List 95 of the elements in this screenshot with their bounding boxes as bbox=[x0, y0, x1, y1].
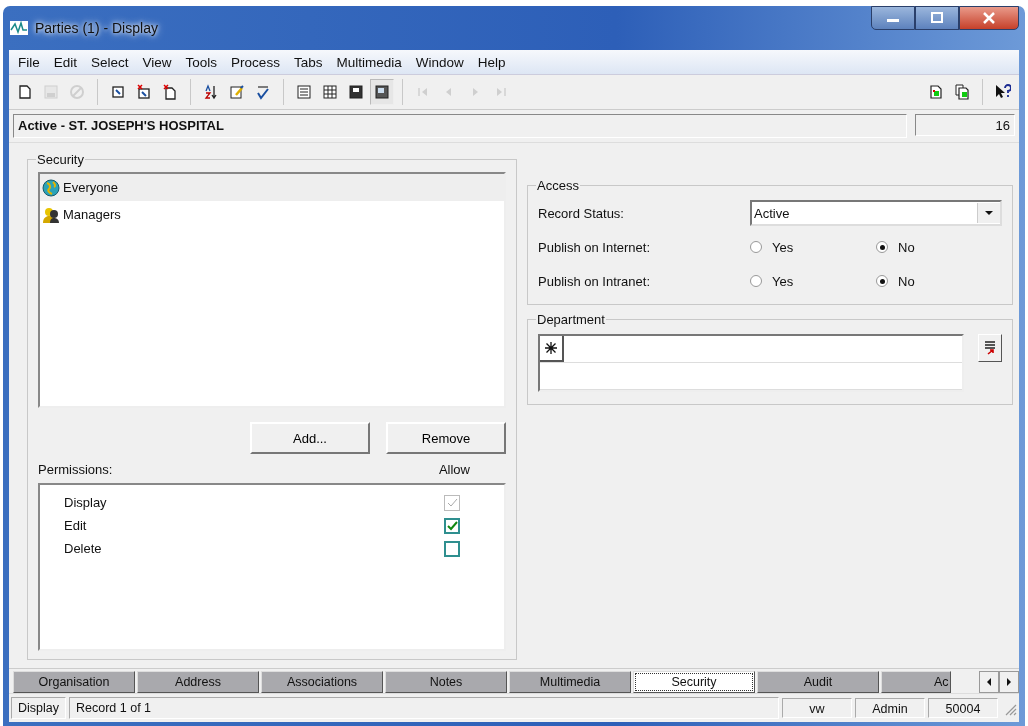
user-group-icon bbox=[42, 205, 60, 224]
radio-button[interactable] bbox=[750, 241, 762, 253]
status-text: 50004 bbox=[928, 698, 998, 718]
panel-label: Department bbox=[536, 312, 606, 327]
menu-item[interactable]: Help bbox=[470, 54, 513, 70]
new-row-icon bbox=[545, 342, 557, 354]
field-label: Publish on Intranet: bbox=[538, 273, 652, 289]
item-label: Everyone bbox=[63, 180, 118, 195]
radio-button[interactable] bbox=[876, 241, 888, 253]
permission-label: Delete bbox=[64, 541, 102, 556]
status-dropdown[interactable]: Active bbox=[750, 200, 1002, 226]
record-count: 16 bbox=[915, 114, 1015, 136]
radio-button[interactable] bbox=[750, 275, 762, 287]
document-icon bbox=[928, 84, 944, 100]
field-label: Record Status: bbox=[538, 205, 625, 221]
tab[interactable]: Organisation bbox=[13, 671, 135, 693]
form-view-icon bbox=[296, 84, 312, 100]
checkbox[interactable] bbox=[444, 517, 460, 534]
radio-option[interactable]: No bbox=[876, 273, 1002, 289]
dialog-button[interactable]: Add... bbox=[250, 422, 370, 454]
radio-option[interactable]: Yes bbox=[750, 239, 876, 255]
permissions-label: Permissions: bbox=[38, 462, 113, 477]
delete-page-icon bbox=[162, 84, 178, 100]
panel-label: Access bbox=[536, 178, 580, 193]
status-text: Display bbox=[11, 697, 66, 719]
app-logo-icon bbox=[9, 20, 29, 36]
menu-item[interactable]: Process bbox=[224, 54, 287, 70]
menu-item[interactable]: Tools bbox=[178, 54, 225, 70]
close-icon bbox=[982, 12, 996, 24]
option-label: Yes bbox=[772, 239, 794, 255]
tab[interactable]: Address bbox=[137, 671, 259, 693]
checkbox[interactable] bbox=[444, 540, 460, 557]
option-label: No bbox=[898, 273, 915, 289]
window-title: Parties (1) - Display bbox=[35, 20, 158, 36]
minimize-button[interactable] bbox=[871, 6, 915, 30]
documents-icon bbox=[954, 84, 970, 100]
status-text: Admin bbox=[855, 698, 925, 718]
scroll-left-button[interactable] bbox=[979, 671, 999, 693]
menu-item[interactable]: File bbox=[11, 54, 47, 70]
tab[interactable]: Ac bbox=[881, 671, 951, 693]
status-text: Record 1 of 1 bbox=[69, 697, 779, 719]
record-icon bbox=[110, 84, 126, 100]
list-item[interactable]: Everyone bbox=[40, 174, 504, 201]
status-text: vw bbox=[782, 698, 852, 718]
delete-record-icon bbox=[136, 84, 152, 100]
globe-icon bbox=[42, 178, 60, 197]
department-grid[interactable] bbox=[538, 334, 964, 392]
cancel-icon bbox=[69, 84, 85, 100]
menu-item[interactable]: Multimedia bbox=[329, 54, 409, 70]
item-label: Managers bbox=[63, 207, 121, 222]
dialog-button[interactable]: Remove bbox=[386, 422, 506, 454]
right-arrow-icon bbox=[1006, 678, 1012, 686]
check-icon bbox=[446, 520, 458, 531]
notepad-icon bbox=[229, 84, 245, 100]
radio-option[interactable]: Yes bbox=[750, 273, 876, 289]
left-arrow-icon bbox=[986, 678, 992, 686]
close-button[interactable] bbox=[959, 6, 1019, 30]
menu-item[interactable]: Select bbox=[84, 54, 136, 70]
page-icon bbox=[17, 84, 33, 100]
option-label: No bbox=[898, 239, 915, 255]
lookup-icon bbox=[984, 341, 996, 355]
floppy-icon bbox=[43, 84, 59, 100]
scroll-right-button[interactable] bbox=[999, 671, 1019, 693]
tab[interactable]: Notes bbox=[385, 671, 507, 693]
record-title: Active - ST. JOSEPH'S HOSPITAL bbox=[13, 114, 907, 138]
sort-icon bbox=[203, 84, 219, 100]
maximize-button[interactable] bbox=[915, 6, 959, 30]
tab[interactable]: Associations bbox=[261, 671, 383, 693]
option-label: Yes bbox=[772, 273, 794, 289]
grid-view-icon bbox=[322, 84, 338, 100]
menu-item[interactable]: Tabs bbox=[286, 54, 330, 70]
maximize-icon bbox=[930, 12, 944, 24]
radio-option[interactable]: No bbox=[876, 239, 1002, 255]
tab[interactable]: Security bbox=[633, 671, 755, 693]
check-icon bbox=[446, 497, 458, 508]
record-view-icon bbox=[348, 84, 364, 100]
column-header: Allow bbox=[438, 462, 470, 477]
menu-item[interactable]: Edit bbox=[46, 54, 85, 70]
toolbar-button[interactable] bbox=[370, 79, 394, 105]
radio-button[interactable] bbox=[876, 275, 888, 287]
list-item[interactable]: Managers bbox=[40, 201, 504, 228]
panel-label: Security bbox=[36, 152, 85, 167]
picture-view-icon bbox=[374, 84, 390, 100]
lookup-button[interactable] bbox=[978, 334, 1002, 362]
menu-item[interactable]: Window bbox=[408, 54, 471, 70]
permission-label: Display bbox=[64, 495, 107, 510]
tab[interactable]: Audit bbox=[757, 671, 879, 693]
spellcheck-icon bbox=[255, 84, 271, 100]
tab[interactable]: Multimedia bbox=[509, 671, 631, 693]
help-pointer-icon bbox=[995, 84, 1011, 100]
menu-item[interactable]: View bbox=[135, 54, 179, 70]
security-list[interactable]: Everyone Managers bbox=[38, 172, 506, 408]
dropdown-arrow-icon bbox=[984, 210, 994, 216]
permission-label: Edit bbox=[64, 518, 87, 533]
field-label: Publish on Internet: bbox=[538, 239, 652, 255]
